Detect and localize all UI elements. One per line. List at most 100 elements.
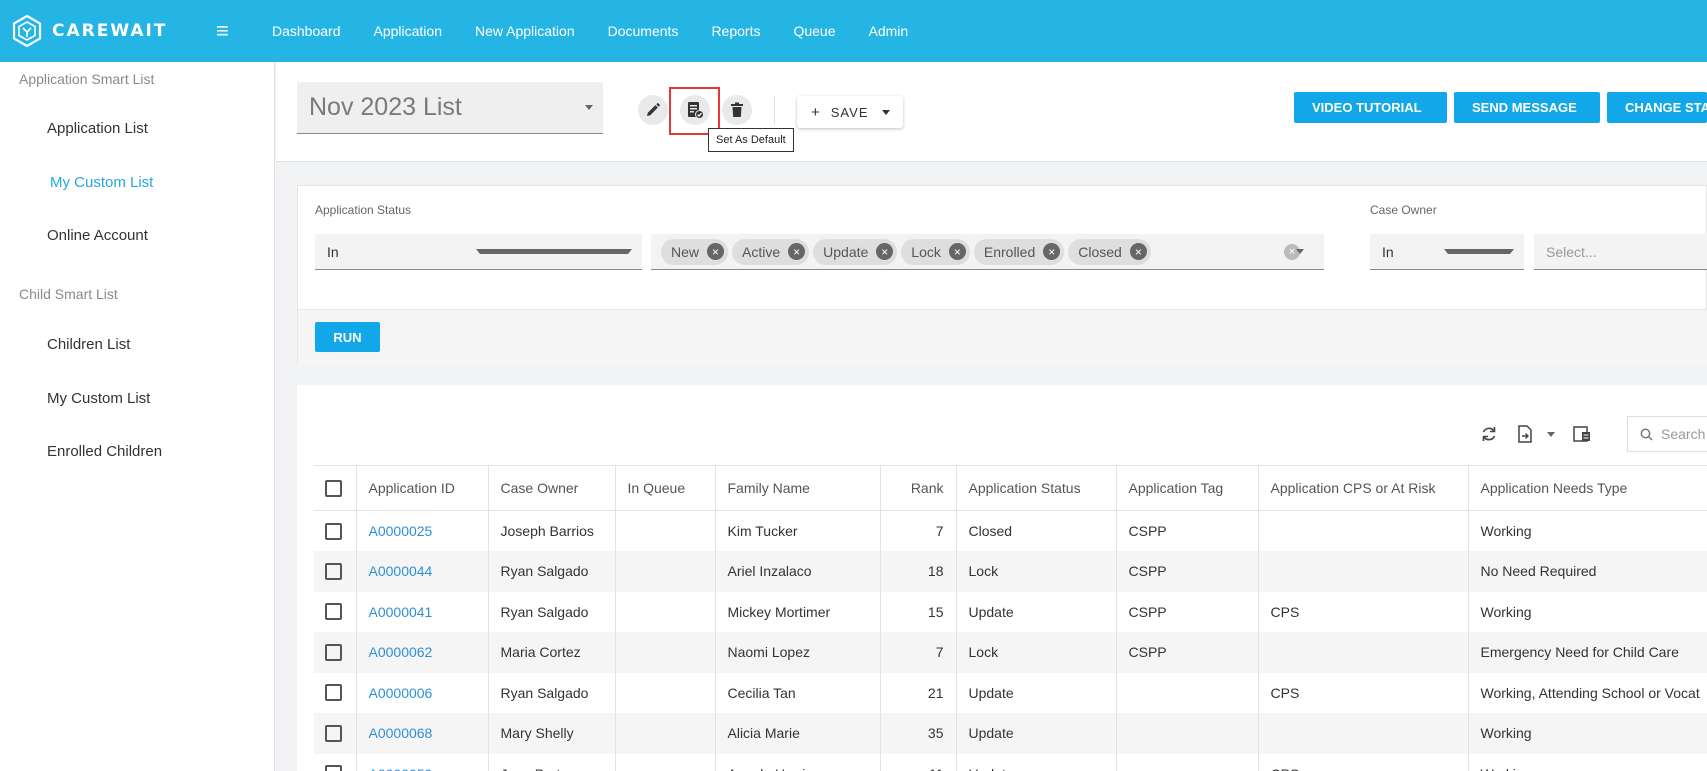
table-row[interactable]: A0000068 Mary Shelly Alicia Marie 35 Update W… (314, 713, 1707, 754)
sidebar-item-enrolled-children[interactable]: Enrolled Children (47, 443, 162, 460)
cell-needs-type: Working (1468, 510, 1707, 551)
delete-list-button[interactable] (722, 95, 752, 125)
status-operator-select[interactable]: In (315, 234, 642, 270)
cell-case-owner: Mary Shelly (488, 713, 616, 754)
cell-family-name: Mickey Mortimer (715, 591, 881, 632)
nav-reports[interactable]: Reports (711, 23, 760, 39)
application-id-link[interactable]: A0000006 (369, 685, 433, 701)
row-select-cell (314, 672, 357, 713)
chevron-down-icon[interactable] (882, 109, 891, 115)
column-settings-icon[interactable] (1571, 423, 1593, 445)
table-row[interactable]: A0000025 Joseph Barrios Kim Tucker 7 Closed C… (314, 510, 1707, 551)
table-search-input[interactable]: Search (1627, 416, 1707, 452)
sidebar-item-my-custom-list[interactable]: My Custom List (50, 174, 153, 191)
row-checkbox[interactable] (325, 684, 342, 702)
close-icon[interactable]: × (1129, 243, 1147, 260)
sidebar-item-children-list[interactable]: Children List (47, 336, 130, 353)
refresh-icon[interactable] (1478, 423, 1500, 445)
status-multiselect[interactable]: New × Active × Update × Lock × Enrolled × Clo… (651, 234, 1324, 270)
cell-cps-at-risk (1258, 551, 1469, 592)
table-row[interactable]: A0000041 Ryan Salgado Mickey Mortimer 15 Upd… (314, 591, 1707, 632)
cell-application-tag (1116, 713, 1259, 754)
column-header-family-name[interactable]: Family Name (715, 465, 881, 511)
row-checkbox[interactable] (325, 522, 342, 540)
application-id-link[interactable]: A0000041 (369, 604, 433, 620)
nav-application[interactable]: Application (374, 23, 443, 39)
status-chip-enrolled: Enrolled × (973, 238, 1065, 265)
nav-dashboard[interactable]: Dashboard (272, 23, 341, 39)
save-button[interactable]: + SAVE (797, 96, 903, 128)
sidebar-item-online-account[interactable]: Online Account (47, 227, 148, 244)
send-message-button[interactable]: SEND MESSAGE (1454, 92, 1600, 123)
row-checkbox[interactable] (325, 765, 342, 771)
save-button-label: SAVE (830, 104, 869, 120)
cell-family-name: Naomi Lopez (715, 632, 881, 673)
change-status-button[interactable]: CHANGE STA (1607, 92, 1707, 123)
table-row[interactable]: A0000006 Ryan Salgado Cecilia Tan 21 Update C… (314, 672, 1707, 713)
cell-rank: 18 (880, 551, 957, 592)
close-icon[interactable]: × (948, 243, 966, 260)
nav-queue[interactable]: Queue (793, 23, 835, 39)
sidebar-section-application-smart-list: Application Smart List (19, 71, 155, 87)
row-select-cell (314, 591, 357, 632)
column-header-cps-at-risk[interactable]: Application CPS or At Risk (1258, 465, 1469, 511)
plus-icon: + (811, 103, 821, 121)
edit-list-button[interactable] (638, 95, 668, 125)
run-button[interactable]: RUN (315, 322, 380, 352)
application-id-link[interactable]: A0000044 (369, 563, 433, 579)
column-header-application-status[interactable]: Application Status (956, 465, 1117, 511)
nav-admin[interactable]: Admin (869, 23, 909, 39)
table-row[interactable]: A0000044 Ryan Salgado Ariel Inzalaco 18 Lock… (314, 551, 1707, 592)
cell-application-id: A0000044 (356, 551, 489, 592)
column-header-rank[interactable]: Rank (880, 465, 957, 511)
export-icon[interactable] (1514, 423, 1536, 445)
close-icon[interactable]: × (1043, 243, 1061, 260)
cell-rank: 35 (880, 713, 957, 754)
run-bar: RUN (298, 309, 1707, 365)
cell-cps-at-risk: CPS (1258, 672, 1469, 713)
close-icon[interactable]: × (707, 243, 725, 260)
chevron-down-icon[interactable] (1296, 249, 1304, 254)
application-id-link[interactable]: A0000062 (369, 644, 433, 660)
select-all-checkbox[interactable] (325, 479, 342, 497)
nav-documents[interactable]: Documents (608, 23, 679, 39)
cell-cps-at-risk: CPS (1258, 753, 1469, 771)
row-checkbox[interactable] (325, 562, 342, 580)
application-id-link[interactable]: A0000025 (369, 523, 433, 539)
chevron-down-icon[interactable] (1540, 423, 1562, 445)
cell-application-status: Lock (956, 551, 1117, 592)
cell-rank: 15 (880, 591, 957, 632)
column-header-needs-type[interactable]: Application Needs Type (1468, 465, 1707, 511)
cell-cps-at-risk (1258, 632, 1469, 673)
column-header-application-id[interactable]: Application ID (356, 465, 489, 511)
sidebar: Application Smart List Application List … (0, 62, 275, 771)
row-checkbox[interactable] (325, 724, 342, 742)
top-nav-bar: CAREWAIT ≡ Dashboard Application New App… (0, 0, 1707, 62)
video-tutorial-button[interactable]: VIDEO TUTORIAL (1294, 92, 1447, 123)
column-header-in-queue[interactable]: In Queue (615, 465, 716, 511)
application-id-link[interactable]: A0000068 (369, 725, 433, 741)
row-checkbox[interactable] (325, 603, 342, 621)
cell-cps-at-risk: CPS (1258, 591, 1469, 632)
column-header-case-owner[interactable]: Case Owner (488, 465, 616, 511)
application-id-link[interactable]: A0000059 (369, 766, 433, 771)
owner-operator-select[interactable]: In (1370, 234, 1524, 270)
sidebar-item-child-custom-list[interactable]: My Custom List (47, 390, 150, 407)
column-header-application-tag[interactable]: Application Tag (1116, 465, 1259, 511)
cell-rank: 7 (880, 510, 957, 551)
table-row[interactable]: A0000062 Maria Cortez Naomi Lopez 7 Lock CSPP… (314, 632, 1707, 673)
owner-operator-value: In (1382, 243, 1394, 260)
cell-case-owner: Jane Porter (488, 753, 616, 771)
carewait-logo[interactable]: CAREWAIT (10, 14, 200, 48)
case-owner-select[interactable]: Select... (1534, 234, 1707, 270)
saved-list-select[interactable]: Nov 2023 List (297, 82, 603, 134)
sidebar-item-application-list[interactable]: Application List (47, 120, 148, 137)
hamburger-menu-icon[interactable]: ≡ (216, 18, 236, 44)
close-icon[interactable]: × (876, 243, 894, 260)
close-icon[interactable]: × (788, 243, 806, 260)
nav-new-application[interactable]: New Application (475, 23, 575, 39)
row-checkbox[interactable] (325, 643, 342, 661)
table-row[interactable]: A0000059 Jane Porter Angela Harris11Update… (314, 753, 1707, 771)
cell-application-status: Update (956, 753, 1117, 771)
cell-application-tag: CSPP (1116, 591, 1259, 632)
